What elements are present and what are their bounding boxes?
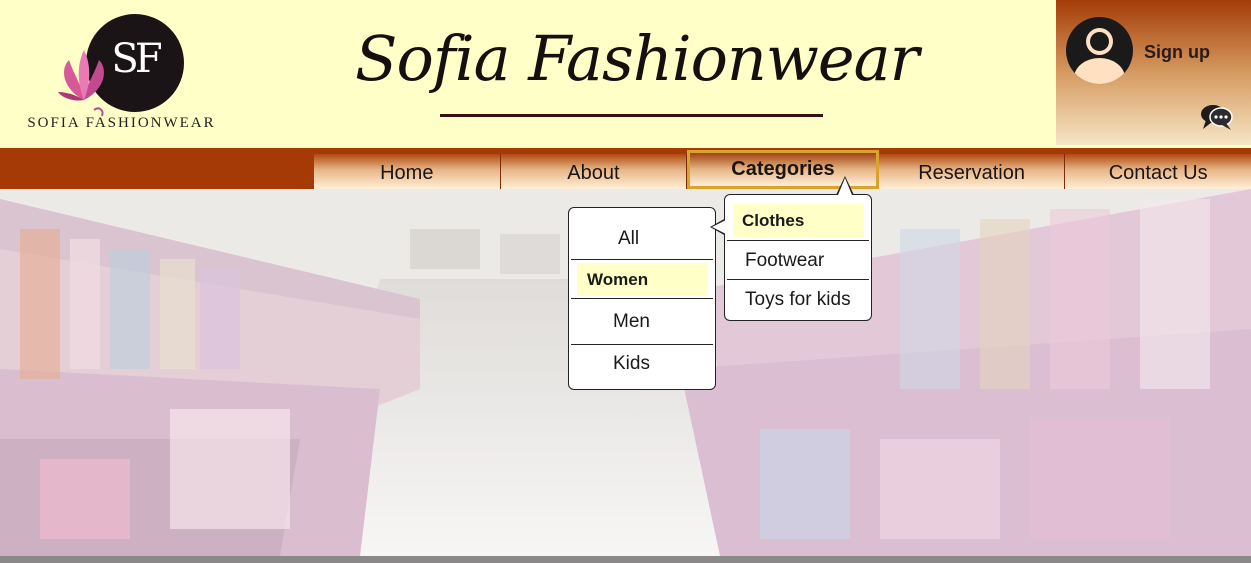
submenu-pointer	[712, 220, 726, 234]
nav-tabs: Home About Categories Reservation Contac…	[314, 150, 1251, 189]
bottom-bar	[0, 556, 1251, 563]
menu-divider	[571, 298, 713, 299]
title-underline	[440, 114, 823, 117]
menu-divider	[571, 259, 713, 260]
avatar-shoulders	[1074, 58, 1125, 84]
brand-logo[interactable]: SF SOFIA FASHIONWEAR	[14, 10, 229, 135]
menu-divider	[727, 279, 869, 280]
women-submenu: Clothes Footwear Toys for kids	[724, 194, 872, 321]
chat-bubbles-icon[interactable]	[1200, 102, 1234, 132]
site-title: Sofia Fashionwear	[355, 22, 919, 95]
avatar-head-inner	[1090, 32, 1109, 51]
menu-divider	[727, 240, 869, 241]
nav-tab-reservation[interactable]: Reservation	[878, 154, 1066, 189]
site-header: SF SOFIA FASHIONWEAR Sofia Fashionwear S…	[0, 0, 1251, 148]
signup-link[interactable]: Sign up	[1144, 42, 1210, 63]
menu-divider	[571, 344, 713, 345]
menu-item-all[interactable]: All	[569, 228, 715, 250]
logo-text: SOFIA FASHIONWEAR	[27, 115, 216, 131]
submenu-item-toys-for-kids[interactable]: Toys for kids	[725, 289, 871, 311]
account-panel: Sign up	[1056, 0, 1251, 145]
menu-item-men[interactable]: Men	[569, 311, 715, 333]
nav-tab-home[interactable]: Home	[314, 154, 501, 189]
lotus-flower-icon	[58, 50, 104, 117]
nav-tab-contact-us[interactable]: Contact Us	[1065, 154, 1251, 189]
main-navbar: Home About Categories Reservation Contac…	[0, 148, 1251, 189]
dropdown-pointer	[838, 178, 852, 195]
submenu-item-footwear[interactable]: Footwear	[725, 250, 871, 272]
menu-item-kids[interactable]: Kids	[569, 353, 715, 375]
submenu-item-clothes[interactable]: Clothes	[733, 204, 864, 237]
user-avatar-icon[interactable]	[1066, 17, 1133, 84]
menu-item-women[interactable]: Women	[577, 263, 708, 296]
nav-tab-about[interactable]: About	[500, 154, 688, 189]
categories-dropdown: All Women Men Kids	[568, 207, 716, 390]
